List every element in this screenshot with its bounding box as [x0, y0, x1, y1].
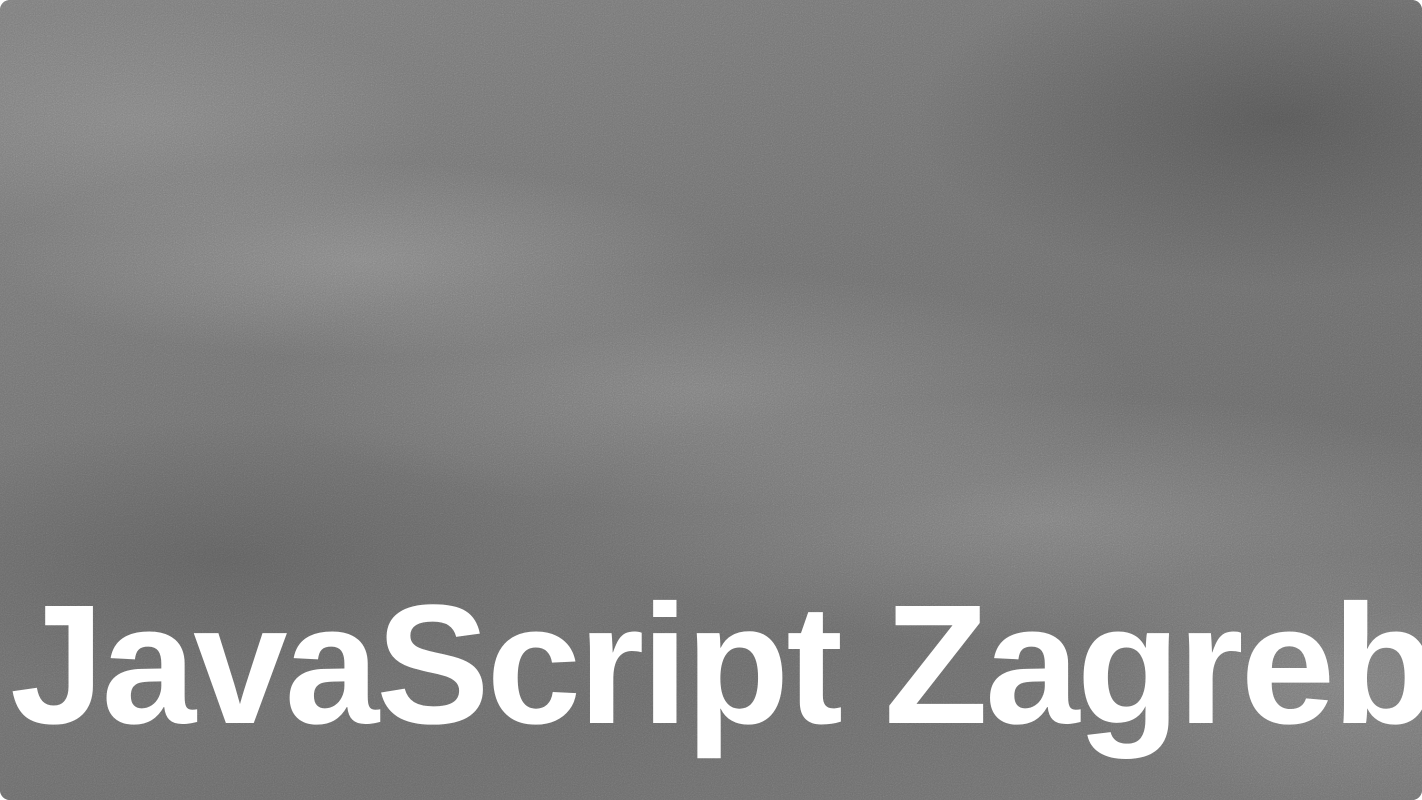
slide-title: JavaScript Zagreb	[10, 570, 1422, 760]
slide-card: JavaScript Zagreb	[0, 0, 1422, 800]
